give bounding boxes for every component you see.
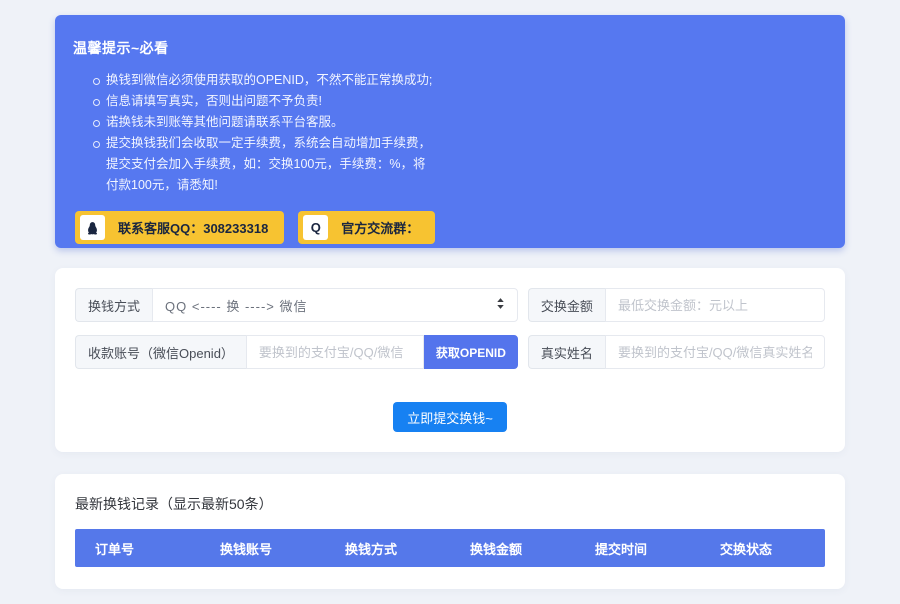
column-header-submit-time: 提交时间 (575, 539, 700, 558)
exchange-form-panel: 换钱方式 QQ <---- 换 ----> 微信 交换金额 收款账号（微信Op (55, 268, 845, 452)
qq-penguin-icon (80, 215, 105, 240)
amount-field-group: 交换金额 (528, 288, 825, 322)
column-header-amount: 换钱金额 (450, 539, 575, 558)
records-panel: 最新换钱记录（显示最新50条） 订单号 换钱账号 换钱方式 换钱金额 提交时间 … (55, 474, 845, 589)
official-group-label: 官方交流群： (341, 218, 419, 237)
records-title: 最新换钱记录（显示最新50条） (75, 494, 825, 514)
amount-input[interactable] (605, 288, 825, 322)
column-header-account: 换钱账号 (200, 539, 325, 558)
notice-title: 温馨提示~必看 (73, 38, 825, 58)
realname-input[interactable] (605, 335, 825, 369)
method-field-group: 换钱方式 QQ <---- 换 ----> 微信 (75, 288, 518, 322)
method-label: 换钱方式 (75, 288, 152, 322)
exchange-method-value: QQ <---- 换 ----> 微信 (165, 296, 308, 315)
contact-qq-button[interactable]: 联系客服QQ：308233318 (75, 211, 284, 244)
page-container: 温馨提示~必看 换钱到微信必须使用获取的OPENID，不然不能正常换成功; 信息… (0, 0, 900, 589)
realname-label: 真实姓名 (528, 335, 605, 369)
notice-item: 信息请填写真实，否则出问题不予负责! (93, 91, 435, 112)
account-field-group: 收款账号（微信Openid） 获取OPENID (75, 335, 518, 369)
q-letter-icon: Q (303, 215, 328, 240)
get-openid-button[interactable]: 获取OPENID (424, 335, 518, 369)
submit-exchange-button[interactable]: 立即提交换钱~ (393, 402, 507, 432)
notice-item: 诺换钱未到账等其他问题请联系平台客服。 (93, 112, 435, 133)
notice-item: 提交换钱我们会收取一定手续费，系统会自动增加手续费，提交支付会加入手续费，如：交… (93, 133, 435, 196)
account-label: 收款账号（微信Openid） (75, 335, 246, 369)
submit-row: 立即提交换钱~ (75, 402, 825, 432)
openid-input[interactable] (246, 335, 424, 369)
column-header-order-no: 订单号 (75, 539, 200, 558)
notice-buttons: 联系客服QQ：308233318 Q 官方交流群： (73, 211, 825, 244)
amount-label: 交换金额 (528, 288, 605, 322)
form-grid: 换钱方式 QQ <---- 换 ----> 微信 交换金额 收款账号（微信Op (75, 288, 825, 369)
column-header-method: 换钱方式 (325, 539, 450, 558)
exchange-method-select[interactable]: QQ <---- 换 ----> 微信 (152, 288, 518, 322)
notice-panel: 温馨提示~必看 换钱到微信必须使用获取的OPENID，不然不能正常换成功; 信息… (55, 15, 845, 248)
notice-list: 换钱到微信必须使用获取的OPENID，不然不能正常换成功; 信息请填写真实，否则… (73, 70, 435, 196)
contact-qq-label: 联系客服QQ：308233318 (118, 218, 268, 237)
official-group-button[interactable]: Q 官方交流群： (298, 211, 435, 244)
updown-arrows-icon (496, 297, 505, 313)
realname-field-group: 真实姓名 (528, 335, 825, 369)
records-table-header: 订单号 换钱账号 换钱方式 换钱金额 提交时间 交换状态 (75, 529, 825, 567)
notice-item: 换钱到微信必须使用获取的OPENID，不然不能正常换成功; (93, 70, 435, 91)
column-header-status: 交换状态 (700, 539, 825, 558)
